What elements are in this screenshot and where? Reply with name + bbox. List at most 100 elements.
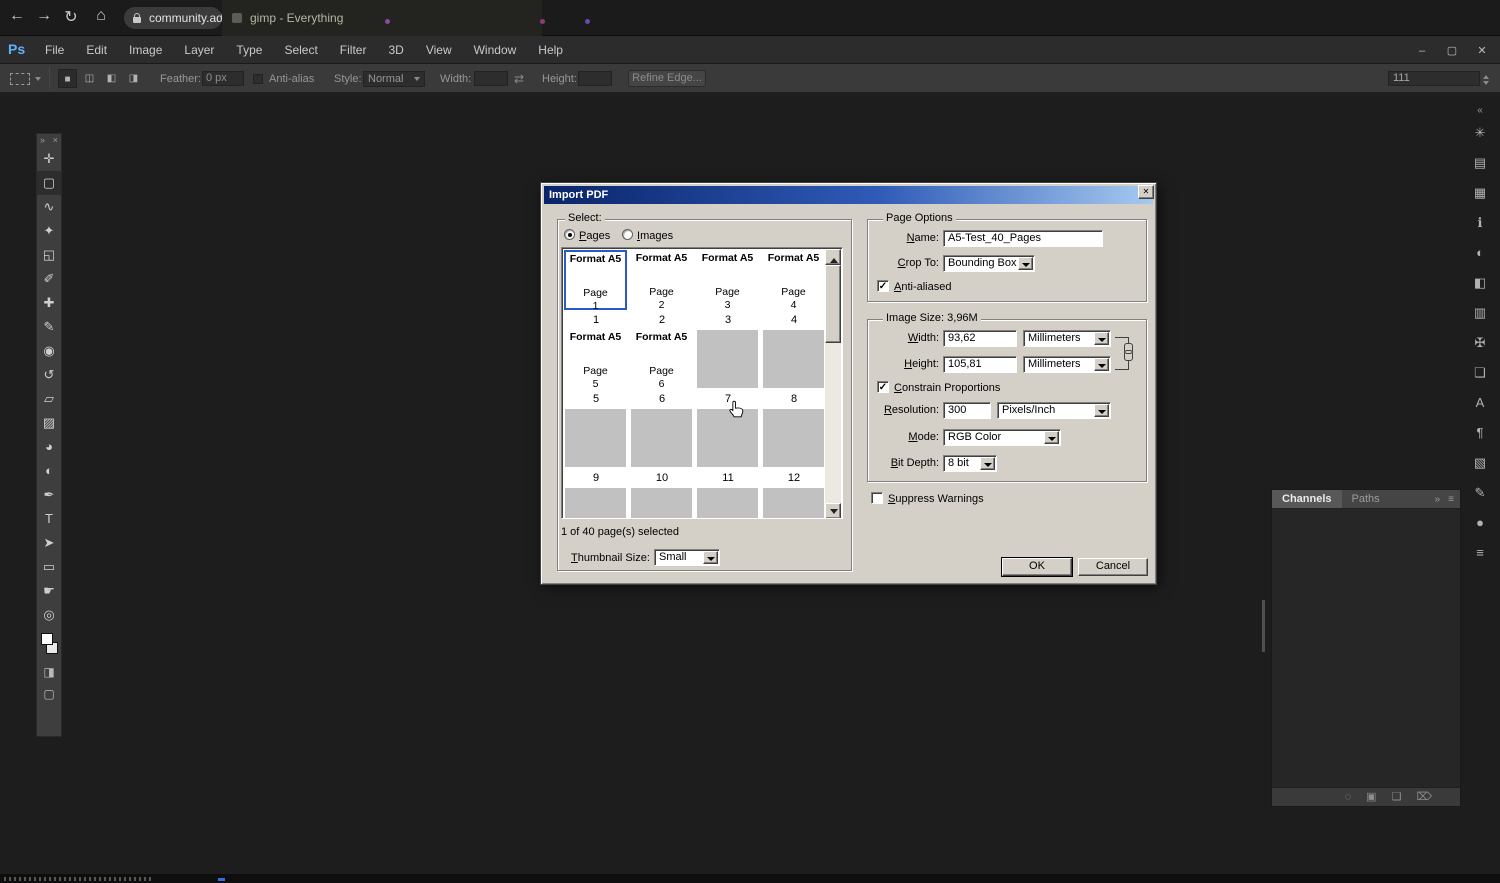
feather-field[interactable]: 0 px xyxy=(202,71,244,86)
subtract-from-selection-icon[interactable]: ◧ xyxy=(102,69,121,88)
suppress-warnings-label[interactable]: Suppress Warnings xyxy=(888,493,984,505)
character-panel-icon[interactable]: A xyxy=(1466,388,1494,418)
load-channel-selection-icon[interactable]: ◌ xyxy=(1345,788,1352,806)
path-selection-tool[interactable]: ➤ xyxy=(37,531,61,555)
image-height-field[interactable]: 105,81 xyxy=(943,356,1017,373)
pdf-page-cell[interactable]: Format A5Page55 xyxy=(563,328,629,407)
intersect-selection-icon[interactable]: ◨ xyxy=(124,69,143,88)
ok-button[interactable]: OK xyxy=(1002,558,1072,576)
close-panel-icon[interactable]: × xyxy=(53,135,58,146)
pdf-page-cell[interactable]: Format A5Page22 xyxy=(629,249,695,328)
swap-dimensions-icon[interactable]: ⇄ xyxy=(514,72,524,86)
notes-panel-icon[interactable]: ✎ xyxy=(1466,478,1494,508)
move-tool[interactable]: ✛ xyxy=(37,147,61,171)
address-bar[interactable]: community.ad xyxy=(124,7,222,29)
histogram-panel-icon[interactable]: ▥ xyxy=(1466,298,1494,328)
menu-item-view[interactable]: View xyxy=(415,36,463,64)
brush-tool[interactable]: ✎ xyxy=(37,315,61,339)
info-panel-icon[interactable]: ℹ xyxy=(1466,208,1494,238)
swatches-panel-icon[interactable]: ▦ xyxy=(1466,178,1494,208)
constrain-proportions-checkbox[interactable]: ✓ xyxy=(877,381,889,393)
crop-to-dropdown[interactable]: Bounding Box xyxy=(943,255,1035,272)
collapse-panel-icon[interactable]: » xyxy=(40,135,45,146)
home-icon[interactable]: ⌂ xyxy=(90,7,112,25)
quick-mask-icon[interactable]: ◨ xyxy=(37,661,61,683)
lasso-tool[interactable]: ∿ xyxy=(37,195,61,219)
menu-item-file[interactable]: File xyxy=(34,36,75,64)
pdf-page-cell[interactable]: Format A5Page44 xyxy=(761,249,827,328)
rectangular-marquee-tool[interactable]: ▢ xyxy=(37,171,61,195)
menu-item-layer[interactable]: Layer xyxy=(173,36,225,64)
menu-item-3d[interactable]: 3D xyxy=(377,36,414,64)
rectangle-tool[interactable]: ▭ xyxy=(37,555,61,579)
anti-alias-checkbox[interactable] xyxy=(253,74,263,84)
pdf-page-cell[interactable]: 7 xyxy=(695,328,761,407)
pdf-page-cell[interactable] xyxy=(761,486,827,519)
clone-source-panel-icon[interactable]: ❏ xyxy=(1466,358,1494,388)
window-tab[interactable]: gimp - Everything xyxy=(222,0,542,36)
mask-panel-icon[interactable]: ● xyxy=(1466,508,1494,538)
back-icon[interactable]: ← xyxy=(6,7,28,25)
hand-tool[interactable]: ☛ xyxy=(37,579,61,603)
pdf-page-cell[interactable]: Format A5Page66 xyxy=(629,328,695,407)
screen-mode-icon[interactable]: ▢ xyxy=(37,683,61,705)
new-selection-icon[interactable]: ■ xyxy=(58,69,77,88)
pdf-page-cell[interactable] xyxy=(563,486,629,519)
resolution-field[interactable]: 300 xyxy=(943,402,991,419)
navigator-panel-icon[interactable]: ✠ xyxy=(1466,328,1494,358)
menu-item-help[interactable]: Help xyxy=(527,36,574,64)
refine-edge-button[interactable]: Refine Edge... xyxy=(628,70,706,87)
suppress-warnings-checkbox[interactable] xyxy=(871,492,883,504)
dock-scroll-handle[interactable] xyxy=(1262,600,1265,652)
magic-wand-tool[interactable]: ✦ xyxy=(37,219,61,243)
images-radio-label[interactable]: Images xyxy=(637,230,673,242)
panel-collapse-icon[interactable]: » xyxy=(1435,490,1441,508)
menu-item-filter[interactable]: Filter xyxy=(329,36,378,64)
misc-value-field[interactable]: 111 xyxy=(1388,71,1480,86)
save-selection-as-channel-icon[interactable]: ▣ xyxy=(1366,788,1376,806)
gradient-tool[interactable]: ▨ xyxy=(37,411,61,435)
history-brush-tool[interactable]: ↺ xyxy=(37,363,61,387)
timeline-panel-icon[interactable]: ≡ xyxy=(1466,538,1494,568)
delete-channel-icon[interactable]: ⌦ xyxy=(1416,788,1432,806)
anti-aliased-label[interactable]: Anti-aliased xyxy=(894,281,951,293)
menu-item-select[interactable]: Select xyxy=(273,36,328,64)
collapse-panels-icon[interactable]: « xyxy=(1466,104,1494,118)
minimize-button[interactable]: – xyxy=(1410,41,1434,59)
adjustments-panel-icon[interactable]: ◐ xyxy=(1466,238,1494,268)
bit-depth-dropdown[interactable]: 8 bit xyxy=(943,455,997,472)
style-dropdown[interactable]: Normal xyxy=(363,71,425,87)
width-field[interactable] xyxy=(474,71,508,86)
images-radio[interactable] xyxy=(622,229,633,240)
type-tool[interactable]: T xyxy=(37,507,61,531)
pdf-page-cell[interactable] xyxy=(695,486,761,519)
menu-item-image[interactable]: Image xyxy=(118,36,173,64)
menu-item-type[interactable]: Type xyxy=(225,36,273,64)
height-unit-dropdown[interactable]: Millimeters xyxy=(1023,356,1111,373)
constrain-proportions-label[interactable]: Constrain Proportions xyxy=(894,382,1000,394)
scroll-up-button[interactable] xyxy=(825,249,841,265)
chevron-down-icon[interactable] xyxy=(35,77,41,84)
cancel-button[interactable]: Cancel xyxy=(1078,558,1148,576)
pen-tool[interactable]: ✒ xyxy=(37,483,61,507)
tab-paths[interactable]: Paths xyxy=(1342,490,1390,508)
zoom-tool[interactable]: ◎ xyxy=(37,603,61,627)
maximize-button[interactable]: ▢ xyxy=(1440,41,1464,59)
name-field[interactable]: A5-Test_40_Pages xyxy=(943,230,1103,247)
anti-aliased-checkbox[interactable]: ✓ xyxy=(877,280,889,292)
pdf-page-cell[interactable]: 8 xyxy=(761,328,827,407)
styles-panel-icon[interactable]: ◧ xyxy=(1466,268,1494,298)
layer-comps-panel-icon[interactable]: ▧ xyxy=(1466,448,1494,478)
workspace-icon[interactable]: ✳ xyxy=(1466,118,1494,148)
menu-item-edit[interactable]: Edit xyxy=(75,36,118,64)
pdf-page-cell[interactable]: 9 xyxy=(563,407,629,486)
mode-dropdown[interactable]: RGB Color xyxy=(943,429,1061,446)
width-unit-dropdown[interactable]: Millimeters xyxy=(1023,330,1111,347)
clone-stamp-tool[interactable]: ◉ xyxy=(37,339,61,363)
dialog-titlebar[interactable]: Import PDF xyxy=(544,186,1153,204)
eyedropper-tool[interactable]: ✐ xyxy=(37,267,61,291)
pdf-page-cell[interactable]: Format A5Page33 xyxy=(695,249,761,328)
pages-radio[interactable] xyxy=(564,229,575,240)
pdf-page-cell[interactable] xyxy=(629,486,695,519)
pdf-page-list[interactable]: Format A5Page11Format A5Page22Format A5P… xyxy=(561,247,843,519)
